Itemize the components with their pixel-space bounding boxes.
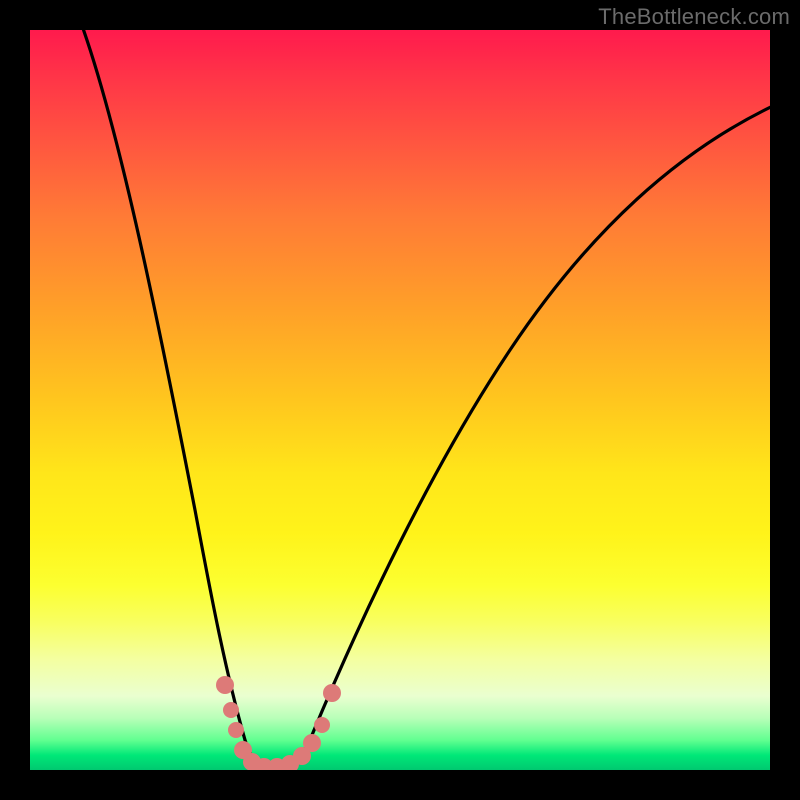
highlight-dot: [323, 684, 341, 702]
highlight-dot: [216, 676, 234, 694]
watermark-text: TheBottleneck.com: [598, 4, 790, 30]
plot-area: [30, 30, 770, 770]
highlight-dots-group: [216, 676, 341, 770]
highlight-dot: [228, 722, 244, 738]
highlight-dot: [223, 702, 239, 718]
highlight-dot: [314, 717, 330, 733]
chart-frame: TheBottleneck.com: [0, 0, 800, 800]
bottleneck-curve: [80, 30, 770, 770]
curve-layer: [30, 30, 770, 770]
highlight-dot: [303, 734, 321, 752]
